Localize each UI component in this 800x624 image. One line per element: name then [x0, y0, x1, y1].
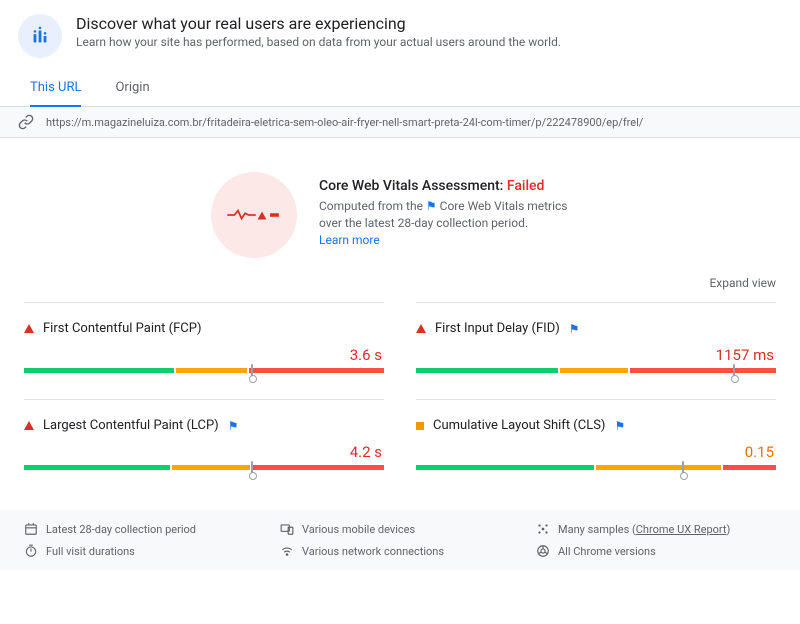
chrome-ux-report-link[interactable]: Chrome UX Report [636, 523, 727, 536]
assessment-section: Core Web Vitals Assessment: Failed Compu… [0, 138, 800, 276]
metric-cls[interactable]: Cumulative Layout Shift (CLS) ⚑ 0.15 [416, 399, 776, 496]
footer-legend: Latest 28-day collection period Various … [0, 510, 800, 570]
distribution-bar [24, 465, 384, 470]
distribution-bar [416, 465, 776, 470]
url-bar: https://m.magazineluiza.com.br/fritadeir… [0, 107, 800, 138]
bookmark-icon: ⚑ [426, 199, 440, 213]
metric-name: Cumulative Layout Shift (CLS) [433, 418, 605, 433]
link-icon [18, 114, 34, 130]
expand-view-link[interactable]: Expand view [709, 276, 776, 290]
assessment-title: Core Web Vitals Assessment: Failed [319, 178, 589, 194]
metrics-grid: First Contentful Paint (FCP) 3.6 s First… [0, 296, 800, 510]
metric-name: Largest Contentful Paint (LCP) [43, 418, 219, 433]
pointer-icon [251, 461, 253, 474]
devices-icon [280, 522, 294, 536]
assessment-description: Computed from the ⚑ Core Web Vitals metr… [319, 198, 589, 233]
pointer-icon [733, 364, 735, 377]
users-chart-icon [18, 14, 62, 58]
bookmark-icon: ⚑ [228, 419, 239, 433]
assessment-status: Failed [507, 178, 545, 194]
triangle-up-icon [24, 324, 34, 333]
distribution-bar [416, 368, 776, 373]
pulse-icon [211, 172, 297, 258]
expand-view-row: Expand view [0, 276, 800, 296]
url-text: https://m.magazineluiza.com.br/fritadeir… [46, 116, 643, 129]
metric-value: 0.15 [416, 443, 776, 461]
stopwatch-icon [24, 544, 38, 558]
metric-fcp[interactable]: First Contentful Paint (FCP) 3.6 s [24, 302, 384, 399]
page-title: Discover what your real users are experi… [76, 14, 561, 33]
metric-value: 4.2 s [24, 443, 384, 461]
calendar-icon [24, 522, 38, 536]
footer-versions: All Chrome versions [536, 544, 776, 558]
metric-name: First Input Delay (FID) [435, 321, 560, 336]
bookmark-icon: ⚑ [569, 322, 580, 336]
pointer-icon [251, 364, 253, 377]
metric-value: 1157 ms [416, 346, 776, 364]
footer-devices: Various mobile devices [280, 522, 520, 536]
wifi-icon [280, 544, 294, 558]
distribution-bar [24, 368, 384, 373]
chrome-icon [536, 544, 550, 558]
triangle-up-icon [24, 421, 34, 430]
footer-durations: Full visit durations [24, 544, 264, 558]
tab-origin[interactable]: Origin [115, 72, 149, 107]
footer-connections: Various network connections [280, 544, 520, 558]
page-subtitle: Learn how your site has performed, based… [76, 35, 561, 49]
metric-fid[interactable]: First Input Delay (FID) ⚑ 1157 ms [416, 302, 776, 399]
tab-this-url[interactable]: This URL [30, 72, 81, 107]
triangle-up-icon [416, 324, 426, 333]
samples-icon [536, 522, 550, 536]
footer-samples: Many samples (Chrome UX Report) [536, 522, 776, 536]
footer-period: Latest 28-day collection period [24, 522, 264, 536]
square-icon [416, 422, 424, 430]
metric-name: First Contentful Paint (FCP) [43, 321, 202, 336]
metric-lcp[interactable]: Largest Contentful Paint (LCP) ⚑ 4.2 s [24, 399, 384, 496]
header: Discover what your real users are experi… [0, 0, 800, 62]
tabs: This URL Origin [0, 62, 800, 107]
learn-more-link[interactable]: Learn more [319, 233, 589, 247]
bookmark-icon: ⚑ [614, 419, 625, 433]
metric-value: 3.6 s [24, 346, 384, 364]
